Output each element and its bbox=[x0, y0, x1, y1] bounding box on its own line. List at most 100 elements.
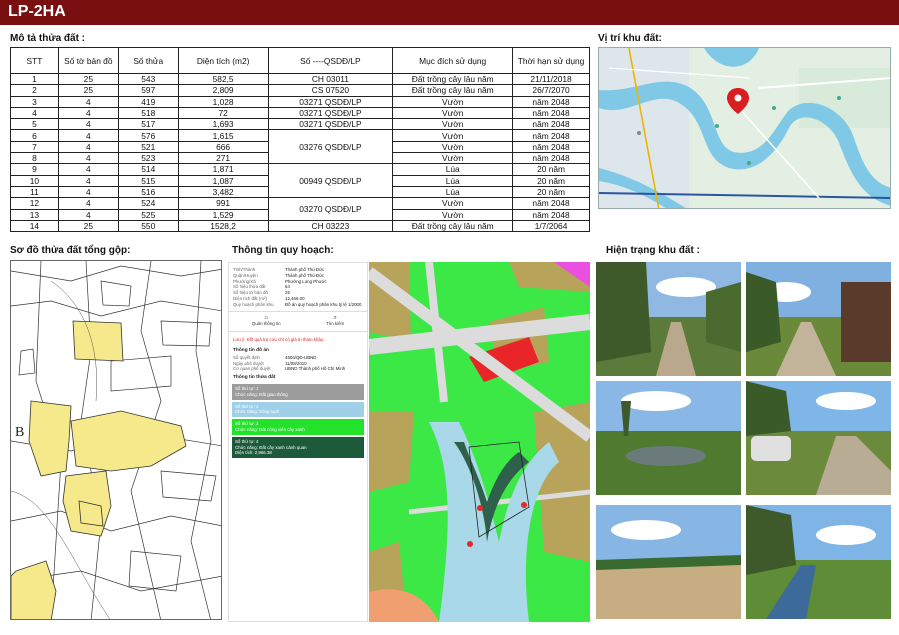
table-cell: 576 bbox=[117, 129, 179, 142]
table-cell: 543 bbox=[117, 72, 179, 86]
parcel-description-title: Mô tả thửa đất : bbox=[10, 33, 86, 44]
table-cell: 3,482 bbox=[177, 185, 269, 199]
table-cell: 4 bbox=[57, 197, 119, 210]
table-cell: 72 bbox=[177, 106, 269, 120]
table-cell: 03270 QSDĐ/LP bbox=[267, 197, 394, 221]
table-cell: 1,028 bbox=[177, 95, 269, 108]
table-cell: 11 bbox=[10, 185, 59, 199]
table-cell: 271 bbox=[177, 152, 269, 165]
table-cell: 20 năm bbox=[512, 185, 590, 199]
info-value: UBND Thành phố Hồ Chí Minh bbox=[285, 366, 346, 372]
table-cell: 1/7/2064 bbox=[512, 219, 590, 233]
site-photo-5 bbox=[596, 505, 741, 619]
table-cell: 515 bbox=[117, 174, 179, 187]
table-cell: 514 bbox=[117, 163, 179, 176]
parcel-table: STT Số tờ bản đồ Số thửa Diện tích (m2) … bbox=[10, 47, 590, 233]
table-cell: 4 bbox=[57, 174, 119, 187]
table-cell: 25 bbox=[57, 84, 119, 97]
table-cell: 03276 QSDĐ/LP bbox=[267, 129, 394, 165]
table-cell: 3 bbox=[10, 95, 59, 108]
site-photo-3 bbox=[596, 381, 741, 495]
table-cell: 00949 QSDĐ/LP bbox=[267, 163, 394, 199]
table-cell: 10 bbox=[10, 174, 59, 187]
table-cell: Vườn bbox=[392, 118, 514, 131]
col-purpose: Mục đích sử dụng bbox=[392, 47, 514, 74]
table-cell: 4 bbox=[57, 185, 119, 199]
table-cell: Lúa bbox=[392, 174, 514, 187]
info-label: Cơ quan phê duyệt bbox=[233, 366, 271, 372]
table-cell: Vườn bbox=[392, 152, 514, 165]
table-row: 6 4 576 1,615 03276 QSDĐ/LP Vườn năm 2048 bbox=[10, 129, 590, 165]
land-function-block: Số thứ tự: 4 Chức năng: Đất cây xanh cảnh… bbox=[232, 436, 364, 459]
table-cell: 4 bbox=[57, 163, 119, 176]
table-cell: năm 2048 bbox=[512, 95, 590, 108]
land-function-line: Chức năng: Đất giao thông bbox=[235, 391, 288, 397]
search-button[interactable]: ⌕ Tìm kiếm bbox=[326, 315, 344, 328]
table-cell: 13 bbox=[10, 208, 59, 221]
current-status-title: Hiện trạng khu đất : bbox=[606, 245, 700, 256]
table-cell: 2 bbox=[10, 84, 59, 97]
col-term: Thời hạn sử dụng bbox=[512, 47, 590, 74]
info-row: Quy hoạch phân khu Đồ án quy hoạch phân k… bbox=[229, 302, 367, 308]
table-cell: 419 bbox=[117, 95, 179, 108]
table-cell: Vườn bbox=[392, 129, 514, 142]
table-cell: năm 2048 bbox=[512, 208, 590, 221]
land-function-line: Chức năng: Đất công viên cây xanh bbox=[235, 426, 305, 432]
planning-map bbox=[369, 262, 590, 622]
cadastral-title: Sơ đồ thửa đất tổng gộp: bbox=[10, 245, 131, 256]
table-cell: 1,871 bbox=[177, 163, 269, 176]
table-cell: 517 bbox=[117, 118, 179, 131]
table-cell: 550 bbox=[117, 219, 179, 233]
table-cell: 1,615 bbox=[177, 129, 269, 142]
info-value: Đồ án quy hoạch phân khu tỷ lệ 1/2000 bbox=[285, 301, 362, 307]
table-cell: năm 2048 bbox=[512, 129, 590, 142]
table-cell: 523 bbox=[117, 152, 179, 165]
svg-text:B: B bbox=[15, 425, 24, 440]
table-cell: CH 03011 bbox=[267, 72, 394, 86]
site-photo-2 bbox=[746, 262, 891, 376]
site-photo-6 bbox=[746, 505, 891, 619]
table-row: 14 25 550 1528,2 CH 03223 Đất trồng cây lâu n… bbox=[10, 219, 590, 233]
table-cell: 4 bbox=[57, 208, 119, 221]
table-cell: 4 bbox=[57, 152, 119, 165]
land-function-line: Chức năng: Sông rạch bbox=[235, 409, 280, 415]
table-cell: 8 bbox=[10, 152, 59, 165]
table-row: 12 4 524 991 03270 QSDĐ/LP Vườn năm 2048 bbox=[10, 197, 590, 221]
table-cell: 1,087 bbox=[177, 174, 269, 187]
table-cell: 521 bbox=[117, 140, 179, 154]
table-cell: 20 năm bbox=[512, 163, 590, 176]
table-cell: 12 bbox=[10, 197, 59, 210]
table-cell: năm 2048 bbox=[512, 118, 590, 131]
col-map-sheet: Số tờ bản đồ bbox=[57, 47, 119, 74]
table-cell: Vườn bbox=[392, 197, 514, 210]
table-cell: 03271 QSDĐ/LP bbox=[267, 95, 394, 108]
table-cell: 9 bbox=[10, 163, 59, 176]
site-photo-1 bbox=[596, 262, 741, 376]
table-cell: 525 bbox=[117, 208, 179, 221]
table-cell: 2,809 bbox=[177, 84, 269, 97]
table-cell: 524 bbox=[117, 197, 179, 210]
table-cell: CH 03223 bbox=[267, 219, 394, 233]
site-photo-4 bbox=[746, 381, 891, 495]
table-cell: 4 bbox=[57, 118, 119, 131]
table-cell: Vườn bbox=[392, 95, 514, 108]
planning-info: Tỉnh/Thành Thành phố Thủ Đức Quận/Huyện Thà… bbox=[228, 262, 590, 622]
col-parcel-no: Số thửa bbox=[117, 47, 179, 74]
table-row: 1 25 543 582,5 CH 03011 Đất trồng cây lâu năm… bbox=[10, 72, 590, 86]
table-cell: Vườn bbox=[392, 208, 514, 221]
col-certificate: Số ----QSDĐ/LP bbox=[267, 47, 394, 74]
table-cell: 25 bbox=[57, 72, 119, 86]
info-label: Quy hoạch phân khu bbox=[233, 301, 274, 307]
land-function-block: Số thứ tự: 3 Chức năng: Đất công viên cây… bbox=[232, 419, 364, 435]
cadastral-map: B bbox=[10, 260, 222, 620]
table-cell: 21/11/2018 bbox=[512, 72, 590, 86]
page-title: LP-2HA bbox=[8, 3, 66, 20]
table-cell: CS 07520 bbox=[267, 84, 394, 97]
table-cell: 03271 QSDĐ/LP bbox=[267, 118, 394, 131]
info-button[interactable]: ⌂ Quản thông tin bbox=[252, 315, 281, 328]
planning-note: Lưu ý: Kết quả tra cứu chỉ có giá trị th… bbox=[233, 337, 325, 343]
table-cell: 666 bbox=[177, 140, 269, 154]
table-cell: 4 bbox=[57, 140, 119, 154]
table-cell: 03271 QSDĐ/LP bbox=[267, 106, 394, 120]
table-row: 3 4 419 1,028 03271 QSDĐ/LP Vườn năm 2048 bbox=[10, 95, 590, 108]
